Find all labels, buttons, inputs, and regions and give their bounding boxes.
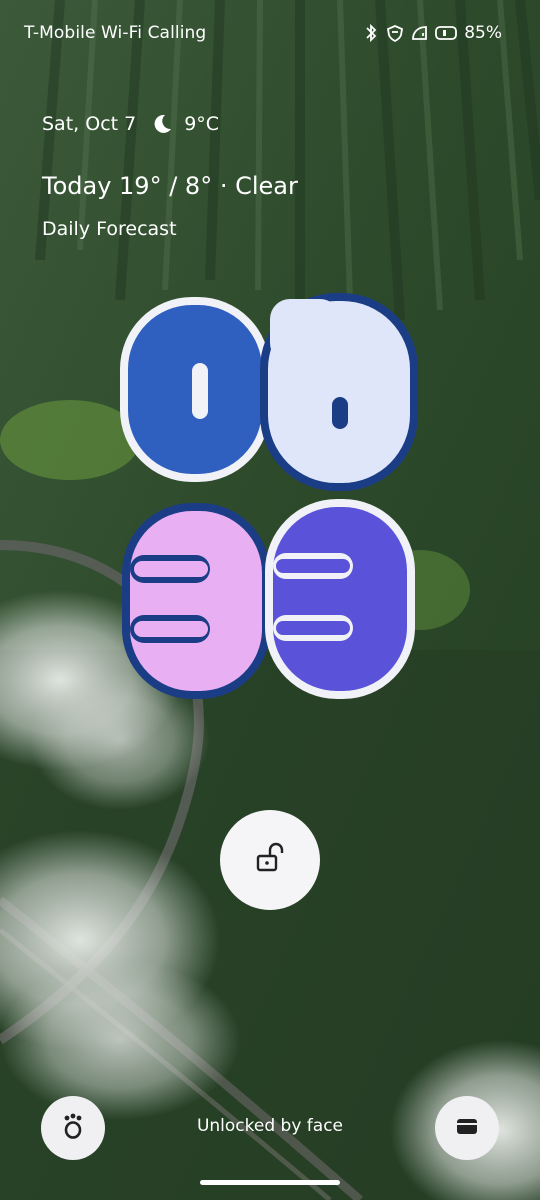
clock-digit-hour-ones (260, 293, 418, 491)
battery-percent: 85% (464, 23, 502, 43)
carrier-label: T-Mobile Wi-Fi Calling (24, 23, 207, 43)
moon-icon (150, 112, 174, 136)
status-bar: T-Mobile Wi-Fi Calling 85% (0, 0, 540, 68)
unlock-button[interactable] (220, 810, 320, 910)
clock-digit-minute-tens (122, 503, 270, 699)
gesture-nav-handle[interactable] (200, 1180, 340, 1185)
vpn-icon (386, 23, 404, 43)
bluetooth-icon (362, 23, 380, 43)
status-icons: 85% (362, 23, 502, 43)
clock-digit-hour-tens (120, 297, 270, 482)
forecast-summary[interactable]: Today 19° / 8° · Clear (42, 172, 298, 200)
wifi-calling-icon (410, 23, 428, 43)
date-weather-row[interactable]: Sat, Oct 7 9°C (42, 112, 219, 136)
wallet-shortcut-button[interactable] (435, 1096, 499, 1160)
daily-forecast-label[interactable]: Daily Forecast (42, 218, 177, 240)
lockscreen-clock (110, 285, 430, 705)
current-temperature: 9°C (184, 113, 220, 135)
clock-digit-minute-ones (265, 499, 415, 699)
date-label: Sat, Oct 7 (42, 113, 137, 135)
battery-icon (434, 23, 458, 43)
wallet-icon (453, 1112, 481, 1144)
unlocked-padlock-icon (253, 841, 287, 879)
